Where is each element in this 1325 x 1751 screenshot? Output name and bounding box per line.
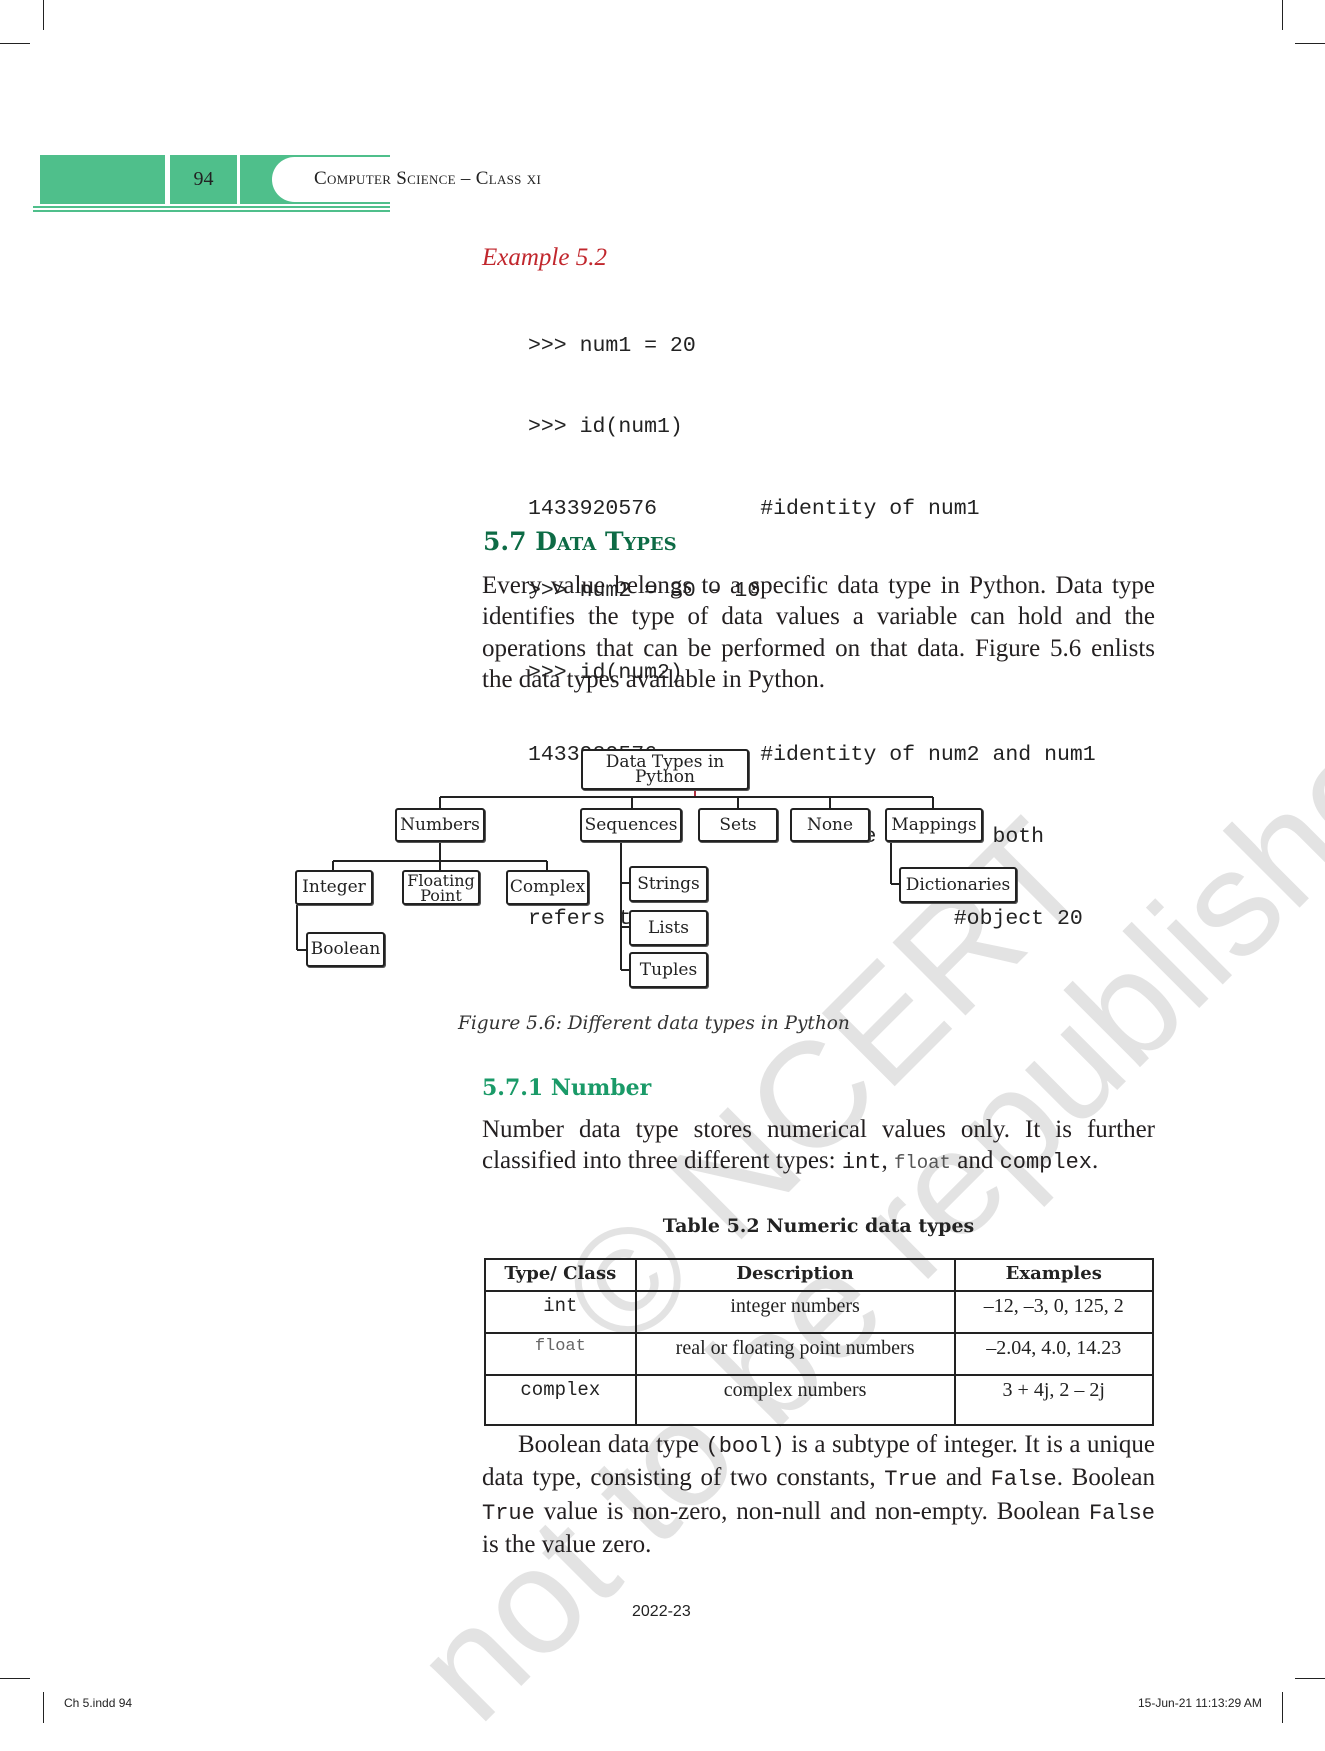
header-band-left: [40, 155, 165, 204]
crop-mark: [1282, 1692, 1283, 1723]
table-row: float real or floating point numbers –2.…: [484, 1332, 1155, 1376]
subsection-paragraph: Number data type stores numerical values…: [482, 1114, 1155, 1180]
crop-mark: [1295, 1678, 1325, 1679]
code-float: float: [893, 1152, 951, 1175]
code-true: True: [884, 1467, 938, 1493]
header-description: Description: [634, 1258, 956, 1292]
text: and: [937, 1464, 991, 1492]
node-sequences: Sequences: [580, 808, 682, 842]
cell-description: real or floating point numbers: [634, 1332, 956, 1376]
boolean-paragraph: Boolean data type (bool) is a subtype of…: [482, 1429, 1155, 1561]
text: ,: [881, 1147, 894, 1175]
text: .: [1092, 1147, 1099, 1175]
slug-right: 15-Jun-21 11:13:29 AM: [1138, 1696, 1262, 1710]
text: and: [950, 1147, 1000, 1175]
table-row: complex complex numbers 3 + 4j, 2 – 2j: [484, 1374, 1155, 1426]
code-line: refers to #object 20: [528, 906, 1083, 931]
section-paragraph: Every value belongs to a specific data t…: [482, 572, 1155, 694]
node-dictionaries: Dictionaries: [899, 867, 1017, 903]
crop-mark: [43, 1692, 44, 1723]
text: Boolean data type: [518, 1431, 706, 1458]
cell-examples: 3 + 4j, 2 – 2j: [953, 1374, 1155, 1426]
node-sets: Sets: [698, 808, 778, 842]
node-complex: Complex: [506, 870, 589, 905]
node-numbers: Numbers: [395, 808, 485, 842]
table-row: int integer numbers –12, –3, 0, 125, 2: [484, 1290, 1155, 1334]
code-int: int: [841, 1150, 882, 1176]
code-true: True: [482, 1500, 535, 1526]
header-type: Type/ Class: [484, 1258, 637, 1292]
node-mappings: Mappings: [885, 808, 983, 842]
numeric-types-table: Type/ Class Description Examples int int…: [484, 1258, 1155, 1426]
header-rule: [33, 206, 390, 208]
header-examples: Examples: [953, 1258, 1155, 1292]
crop-mark: [1295, 43, 1325, 44]
code-complex: complex: [999, 1150, 1092, 1176]
text: . Boolean: [1056, 1464, 1155, 1492]
crop-mark: [1282, 0, 1283, 30]
code-bool: (bool): [705, 1434, 785, 1459]
code-line: >>> id(num1): [528, 415, 683, 440]
subsection-heading: 5.7.1 Number: [482, 1075, 652, 1101]
code-line: >>> num1 = 20: [528, 333, 696, 358]
cell-description: complex numbers: [634, 1374, 956, 1426]
node-floating-point: Floating Point: [402, 870, 480, 905]
section-heading: 5.7 Data Types: [483, 527, 677, 556]
header-rule: [33, 210, 390, 212]
node-none: None: [790, 808, 870, 842]
slug-left: Ch 5.indd 94: [64, 1696, 133, 1710]
example-label: Example 5.2: [482, 244, 607, 271]
table-title: Table 5.2 Numeric data types: [662, 1215, 975, 1237]
text: is the value zero.: [482, 1531, 652, 1559]
node-strings: Strings: [629, 866, 708, 902]
node-root: Data Types in Python: [581, 749, 749, 790]
code-false: False: [1088, 1500, 1155, 1526]
text: value is non-zero, non-null and non-empt…: [534, 1497, 1089, 1525]
cell-examples: –2.04, 4.0, 14.23: [953, 1332, 1155, 1376]
node-tuples: Tuples: [629, 952, 708, 988]
running-title: Computer Science – Class xi: [314, 168, 542, 189]
figure-caption: Figure 5.6: Different data types in Pyth…: [458, 1013, 850, 1034]
cell-examples: –12, –3, 0, 125, 2: [953, 1290, 1155, 1334]
table-header-row: Type/ Class Description Examples: [484, 1258, 1155, 1292]
cell-type: float: [484, 1332, 637, 1376]
node-boolean: Boolean: [306, 932, 385, 967]
node-integer: Integer: [295, 870, 373, 905]
crop-mark: [0, 1678, 30, 1679]
node-lists: Lists: [629, 910, 708, 946]
cell-type: int: [484, 1290, 637, 1334]
code-line: 1433920576 #identity of num1: [528, 497, 980, 522]
crop-mark: [43, 0, 44, 30]
cell-description: integer numbers: [634, 1290, 956, 1334]
cell-type: complex: [484, 1374, 637, 1426]
page-number: 94: [170, 155, 237, 204]
node-floating-point-line2: Point: [420, 885, 462, 905]
crop-mark: [0, 43, 30, 44]
code-false: False: [990, 1467, 1057, 1493]
footer-year: 2022-23: [632, 1603, 691, 1620]
